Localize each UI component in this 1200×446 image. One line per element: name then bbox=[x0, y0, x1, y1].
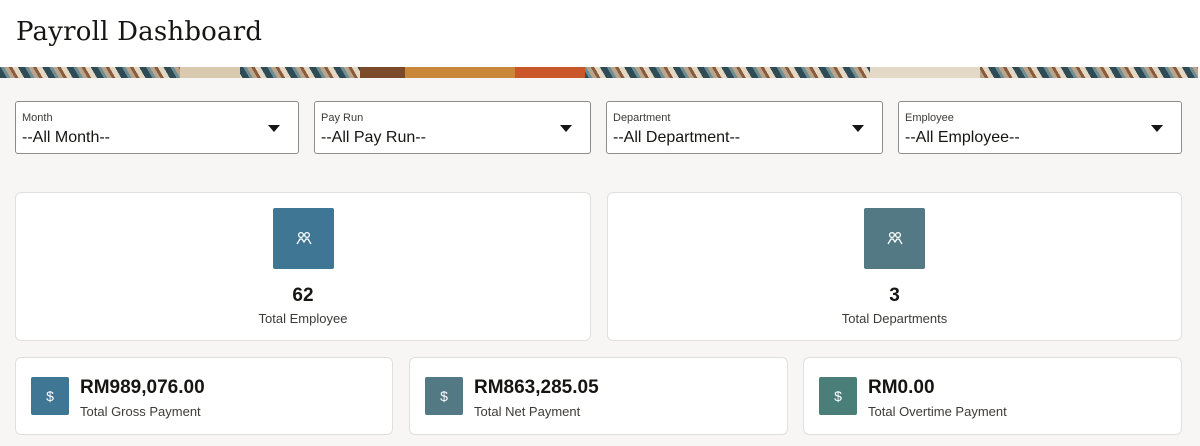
page-header: Payroll Dashboard bbox=[0, 0, 1200, 67]
pay-run-select-value: --All Pay Run-- bbox=[321, 129, 426, 146]
net-payment-card: $ RM863,285.05 Total Net Payment bbox=[409, 357, 788, 435]
overtime-payment-card: $ RM0.00 Total Overtime Payment bbox=[803, 357, 1182, 435]
net-payment-value: RM863,285.05 bbox=[474, 377, 599, 398]
total-employee-value: 62 bbox=[292, 285, 314, 306]
pay-run-select-label: Pay Run bbox=[321, 112, 364, 124]
caret-down-icon[interactable] bbox=[560, 125, 572, 132]
caret-down-icon[interactable] bbox=[1151, 125, 1163, 132]
total-employee-card: 62 Total Employee bbox=[15, 192, 591, 341]
gross-payment-value: RM989,076.00 bbox=[80, 377, 205, 398]
caret-down-icon[interactable] bbox=[852, 125, 864, 132]
department-select-label: Department bbox=[613, 112, 671, 124]
total-departments-card: 3 Total Departments bbox=[607, 192, 1182, 341]
page-title: Payroll Dashboard bbox=[16, 17, 263, 47]
people-icon bbox=[864, 208, 925, 269]
employee-select-label: Employee bbox=[905, 112, 954, 124]
department-select-value: --All Department-- bbox=[613, 129, 741, 146]
decorative-banner bbox=[0, 67, 1198, 78]
pay-run-select[interactable]: Pay Run --All Pay Run-- bbox=[314, 101, 591, 154]
net-payment-label: Total Net Payment bbox=[474, 404, 581, 419]
department-select[interactable]: Department --All Department-- bbox=[606, 101, 883, 154]
employee-select[interactable]: Employee --All Employee-- bbox=[898, 101, 1182, 154]
month-select-label: Month bbox=[22, 112, 53, 124]
people-icon bbox=[273, 208, 334, 269]
total-employee-label: Total Employee bbox=[258, 311, 348, 326]
gross-payment-card: $ RM989,076.00 Total Gross Payment bbox=[15, 357, 393, 435]
overtime-payment-label: Total Overtime Payment bbox=[868, 404, 1007, 419]
dollar-icon: $ bbox=[31, 377, 69, 415]
employee-select-value: --All Employee-- bbox=[905, 129, 1020, 146]
dollar-icon: $ bbox=[819, 377, 857, 415]
total-departments-label: Total Departments bbox=[841, 311, 948, 326]
gross-payment-label: Total Gross Payment bbox=[80, 404, 201, 419]
caret-down-icon[interactable] bbox=[268, 125, 280, 132]
overtime-payment-value: RM0.00 bbox=[868, 377, 935, 398]
dollar-icon: $ bbox=[425, 377, 463, 415]
month-select[interactable]: Month --All Month-- bbox=[15, 101, 299, 154]
month-select-value: --All Month-- bbox=[22, 129, 111, 146]
total-departments-value: 3 bbox=[889, 285, 900, 306]
